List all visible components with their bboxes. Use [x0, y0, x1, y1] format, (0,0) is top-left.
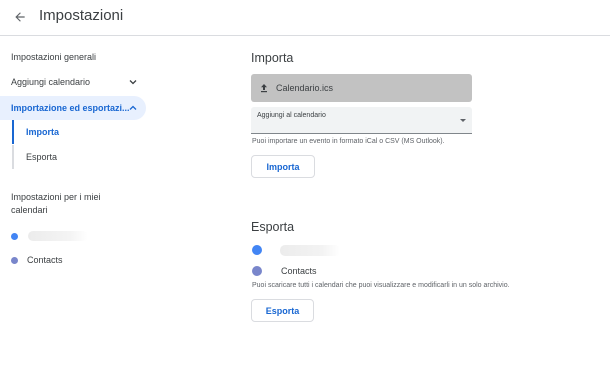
sidebar-calendar-primary[interactable] [11, 229, 88, 243]
sidebar-item-general-settings[interactable]: Impostazioni generali [0, 45, 146, 69]
import-button[interactable]: Importa [251, 155, 315, 178]
upload-icon [261, 84, 267, 93]
sidebar-sub-item-export[interactable]: Esporta [26, 152, 57, 162]
calendar-color-dot [11, 256, 18, 264]
page-title: Impostazioni [39, 7, 124, 24]
add-to-calendar-select[interactable]: Aggiungi al calendario [251, 107, 472, 134]
calendar-label: Contacts [281, 266, 317, 276]
calendar-color-dot [252, 266, 262, 276]
top-bar: Impostazioni [0, 0, 610, 36]
sidebar-sub-item-import[interactable]: Importa [26, 127, 59, 137]
import-helper-text: Puoi importare un evento in formato iCal… [252, 138, 445, 145]
my-calendars-heading: Impostazioni per i miei calendari [11, 192, 101, 215]
export-calendar-primary[interactable] [252, 244, 340, 256]
calendar-name-redacted [28, 231, 88, 241]
sidebar-item-add-calendar[interactable]: Aggiungi calendario [0, 70, 146, 94]
sidebar-calendar-contacts[interactable]: Contacts [11, 253, 63, 267]
file-select-button[interactable]: Calendario.ics [251, 74, 472, 102]
sidebar-item-label: Importazione ed esportazi... [11, 103, 130, 113]
sub-item-indicator [12, 145, 14, 169]
dropdown-caret-icon [460, 119, 466, 122]
sidebar-item-label: Impostazioni generali [11, 52, 97, 62]
sidebar-item-label: Aggiungi calendario [11, 77, 91, 87]
settings-sidebar: Impostazioni generali Aggiungi calendari… [0, 36, 150, 367]
sub-item-indicator-active [12, 120, 14, 144]
sidebar-item-import-export[interactable]: Importazione ed esportazi... [0, 96, 146, 120]
export-section-title: Esporta [251, 220, 295, 234]
chevron-up-icon [129, 105, 137, 110]
export-button[interactable]: Esporta [251, 299, 314, 322]
arrow-back-icon [15, 12, 25, 22]
selected-file-name: Calendario.ics [276, 83, 334, 93]
calendar-color-dot [11, 232, 18, 240]
back-button[interactable] [8, 5, 32, 29]
export-calendar-contacts[interactable]: Contacts [252, 265, 317, 277]
import-section-title: Importa [251, 51, 294, 65]
select-label: Aggiungi al calendario [257, 112, 326, 119]
calendar-color-dot [252, 245, 262, 255]
calendar-label: Contacts [27, 255, 63, 265]
chevron-down-icon [129, 80, 137, 85]
export-helper-text: Puoi scaricare tutti i calendari che puo… [252, 282, 510, 289]
calendar-name-redacted [280, 244, 340, 256]
